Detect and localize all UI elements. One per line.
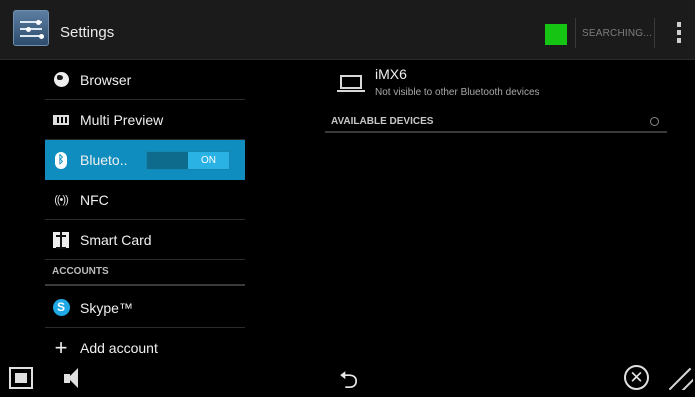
sidebar-item-label: Add account xyxy=(80,339,158,356)
nfc-icon: ((•)) xyxy=(54,193,69,206)
sidebar-item-label: Multi Preview xyxy=(80,111,164,128)
sidebar-item-label: Smart Card xyxy=(80,231,152,248)
sidebar-item-label: Browser xyxy=(80,71,132,88)
divider xyxy=(654,18,655,48)
divider xyxy=(575,18,576,48)
sidebar-item-smart-card[interactable]: Smart Card xyxy=(45,220,245,260)
resize-icon[interactable] xyxy=(669,366,693,390)
browser-icon xyxy=(52,72,70,88)
toggle-state: ON xyxy=(188,152,229,169)
bluetooth-icon: ᛒ xyxy=(52,151,70,169)
page-title: Settings xyxy=(60,24,115,41)
back-icon[interactable]: ⮌ xyxy=(339,363,358,397)
plus-icon: + xyxy=(54,334,68,358)
settings-icon[interactable] xyxy=(13,10,49,46)
multi-preview-icon xyxy=(52,112,70,128)
smart-card-icon xyxy=(52,231,70,249)
progress-spinner-icon xyxy=(650,117,659,126)
accounts-header: ACCOUNTS xyxy=(45,260,245,286)
navigation-bar: ⮌ ✕ xyxy=(0,358,695,397)
sidebar-item-browser[interactable]: Browser xyxy=(45,61,245,100)
bluetooth-toggle[interactable]: ON xyxy=(146,151,230,170)
settings-list: Browser Multi Preview ᛒ Blueto.. ON ((•)… xyxy=(0,61,262,358)
device-visibility-status: Not visible to other Bluetooth devices xyxy=(375,87,540,98)
recent-apps-icon[interactable] xyxy=(9,367,33,389)
sidebar-item-multi-preview[interactable]: Multi Preview xyxy=(45,100,245,140)
bluetooth-detail-pane: iMX6 Not visible to other Bluetooth devi… xyxy=(262,61,695,358)
sidebar-item-nfc[interactable]: ((•)) NFC xyxy=(45,180,245,220)
sidebar-item-label: NFC xyxy=(80,191,109,208)
volume-icon[interactable] xyxy=(60,366,80,391)
sidebar-item-bluetooth[interactable]: ᛒ Blueto.. ON xyxy=(45,140,245,180)
skype-icon: S xyxy=(52,299,70,316)
section-header-label: AVAILABLE DEVICES xyxy=(331,116,434,127)
device-name: iMX6 xyxy=(375,66,407,82)
action-bar: Settings SEARCHING... xyxy=(0,0,695,60)
add-account-button[interactable]: + Add account xyxy=(45,328,245,358)
sidebar-item-label: Skype™ xyxy=(80,299,133,316)
overflow-menu-icon[interactable] xyxy=(676,22,682,44)
available-devices-header: AVAILABLE DEVICES xyxy=(325,109,667,133)
close-icon[interactable]: ✕ xyxy=(624,365,649,390)
section-header-label: ACCOUNTS xyxy=(52,266,109,277)
sidebar-item-label: Blueto.. xyxy=(80,152,128,168)
laptop-icon xyxy=(337,75,365,92)
sidebar-item-skype[interactable]: S Skype™ xyxy=(45,288,245,328)
status-indicator xyxy=(545,24,567,45)
searching-button[interactable]: SEARCHING... xyxy=(582,28,652,39)
